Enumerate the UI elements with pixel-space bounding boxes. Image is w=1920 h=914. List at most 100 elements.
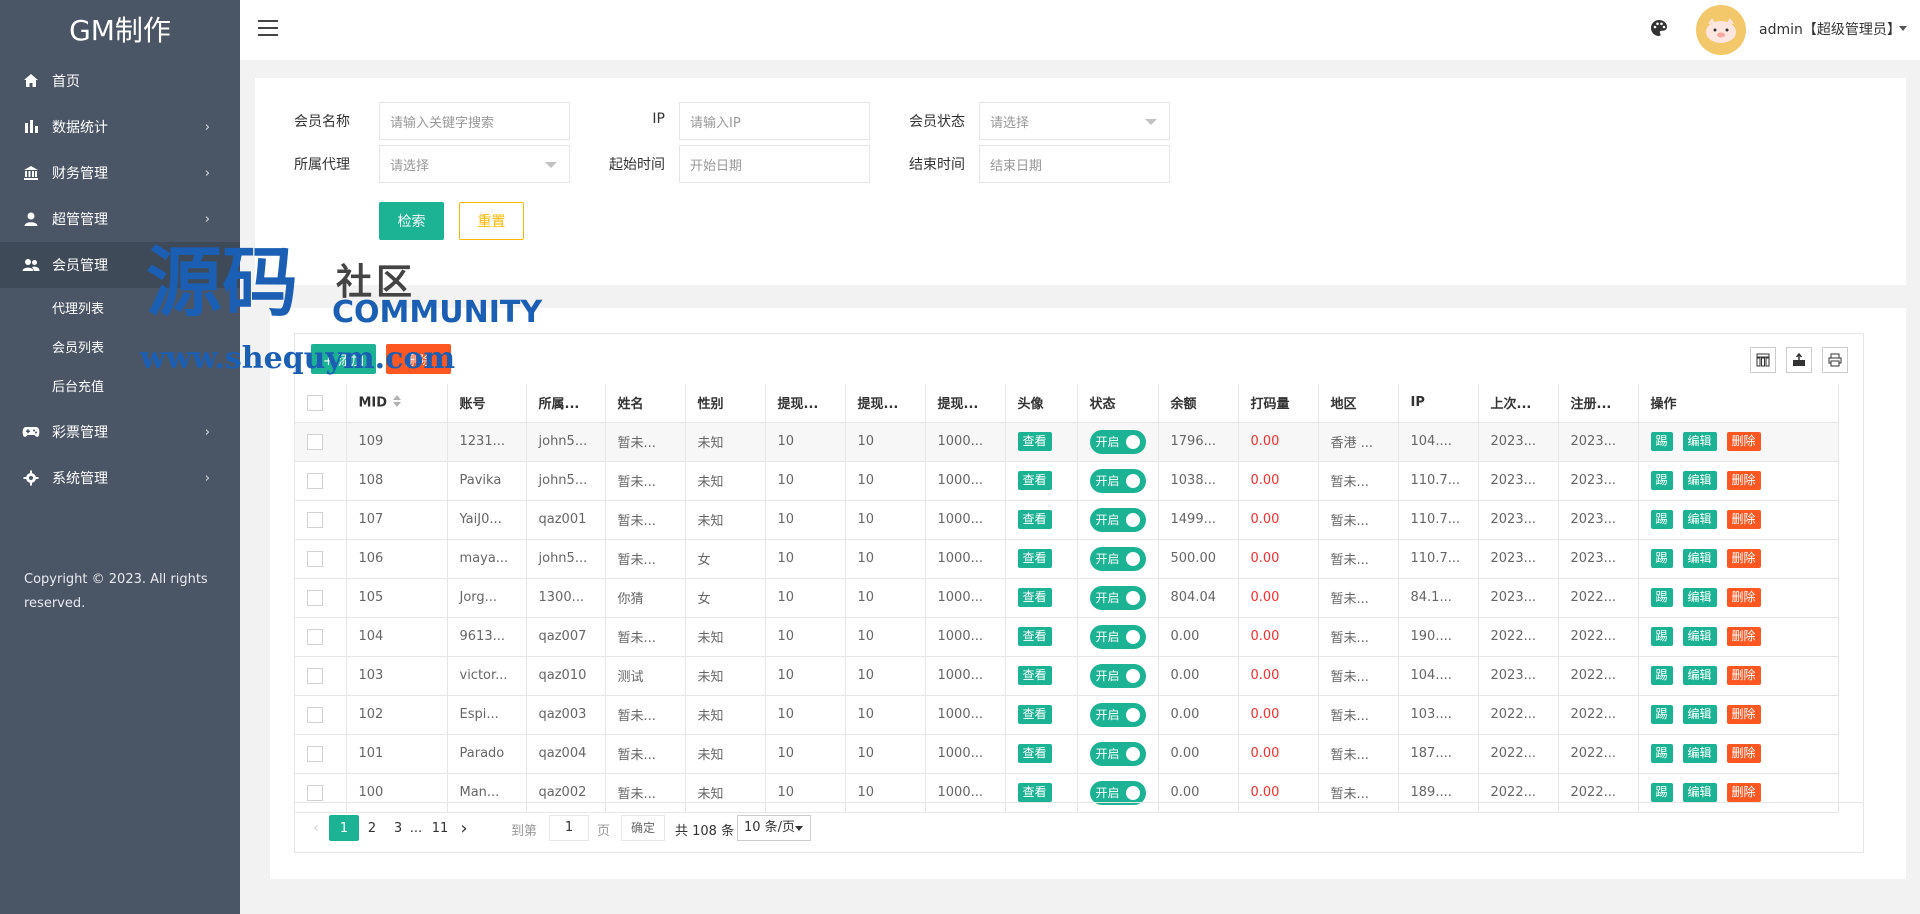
page-button-current[interactable]: 1 [329,815,359,841]
member-status-select[interactable]: 请选择 [979,102,1170,140]
row-checkbox[interactable] [295,695,347,735]
user-menu[interactable]: admin【超级管理员】 [1759,19,1901,39]
goto-confirm-button[interactable]: 确定 [621,815,665,841]
status-toggle[interactable]: 开启 [1089,507,1146,532]
edit-button[interactable]: 编辑 [1682,627,1717,646]
sidebar-item-finance[interactable]: 财务管理 › [0,150,240,196]
row-checkbox[interactable] [295,578,347,618]
view-avatar-button[interactable]: 查看 [1017,549,1052,568]
sidebar-item-stats[interactable]: 数据统计 › [0,104,240,150]
row-checkbox[interactable] [295,617,347,657]
delete-button[interactable]: 删除 [1726,549,1761,568]
page-button[interactable]: 2 [359,815,385,841]
row-checkbox[interactable] [295,539,347,579]
edit-button[interactable]: 编辑 [1682,666,1717,685]
edit-button[interactable]: 编辑 [1682,783,1717,802]
caret-down-icon[interactable] [1899,26,1907,31]
start-date-input[interactable]: 开始日期 [679,145,870,183]
columns-filter-icon[interactable] [1750,347,1776,373]
page-button[interactable]: 11 [427,815,453,841]
row-checkbox[interactable] [295,461,347,501]
delete-button[interactable]: 删除 [1726,510,1761,529]
menu-toggle-icon[interactable] [258,20,278,38]
status-toggle[interactable]: 开启 [1089,585,1146,610]
kick-button[interactable]: 踢 [1650,705,1673,724]
row-checkbox[interactable] [295,734,347,774]
delete-button[interactable]: 删除 [1726,627,1761,646]
edit-button[interactable]: 编辑 [1682,510,1717,529]
view-avatar-button[interactable]: 查看 [1017,471,1052,490]
status-toggle[interactable]: 开启 [1089,702,1146,727]
cell-balance: 0.00 [1158,734,1239,774]
sidebar-item-lottery[interactable]: 彩票管理 › [0,409,240,455]
status-toggle[interactable]: 开启 [1089,780,1146,805]
sort-icon[interactable] [393,394,402,411]
batch-delete-button[interactable]: 删除 [386,344,451,374]
kick-button[interactable]: 踢 [1650,666,1673,685]
delete-button[interactable]: 删除 [1726,666,1761,685]
kick-button[interactable]: 踢 [1650,549,1673,568]
kick-button[interactable]: 踢 [1650,588,1673,607]
page-button[interactable]: 3 [387,815,409,841]
status-toggle[interactable]: 开启 [1089,468,1146,493]
view-avatar-button[interactable]: 查看 [1017,588,1052,607]
sidebar-subitem-agents[interactable]: 代理列表 [0,288,240,327]
edit-button[interactable]: 编辑 [1682,705,1717,724]
delete-button[interactable]: 删除 [1726,705,1761,724]
column-header-mid[interactable]: MID [346,384,448,423]
add-button[interactable]: + 添加 [311,344,376,374]
kick-button[interactable]: 踢 [1650,783,1673,802]
select-all-checkbox[interactable] [295,384,347,423]
status-toggle[interactable]: 开启 [1089,429,1146,454]
reset-button[interactable]: 重置 [459,202,524,240]
next-page-icon[interactable]: › [455,815,473,841]
kick-button[interactable]: 踢 [1650,744,1673,763]
end-date-input[interactable]: 结束日期 [979,145,1170,183]
delete-button[interactable]: 删除 [1726,783,1761,802]
status-toggle[interactable]: 开启 [1089,624,1146,649]
member-name-input[interactable]: 请输入关键字搜索 [379,102,570,140]
edit-button[interactable]: 编辑 [1682,588,1717,607]
print-icon[interactable] [1822,347,1848,373]
row-checkbox[interactable] [295,422,347,462]
view-avatar-button[interactable]: 查看 [1017,510,1052,529]
agent-select[interactable]: 请选择 [379,145,570,183]
goto-page-input[interactable]: 1 [549,815,589,841]
row-checkbox[interactable] [295,656,347,696]
edit-button[interactable]: 编辑 [1682,549,1717,568]
ip-input[interactable]: 请输入IP [679,102,870,140]
kick-button[interactable]: 踢 [1650,510,1673,529]
delete-button[interactable]: 删除 [1726,744,1761,763]
palette-icon[interactable] [1650,19,1670,39]
edit-button[interactable]: 编辑 [1682,432,1717,451]
kick-button[interactable]: 踢 [1650,432,1673,451]
view-avatar-button[interactable]: 查看 [1017,432,1052,451]
sidebar-subitem-member-list[interactable]: 会员列表 [0,327,240,366]
view-avatar-button[interactable]: 查看 [1017,783,1052,802]
view-avatar-button[interactable]: 查看 [1017,744,1052,763]
view-avatar-button[interactable]: 查看 [1017,705,1052,724]
view-avatar-button[interactable]: 查看 [1017,666,1052,685]
status-toggle[interactable]: 开启 [1089,741,1146,766]
search-button[interactable]: 检索 [379,202,444,240]
kick-button[interactable]: 踢 [1650,627,1673,646]
delete-button[interactable]: 删除 [1726,588,1761,607]
edit-button[interactable]: 编辑 [1682,471,1717,490]
status-toggle[interactable]: 开启 [1089,663,1146,688]
delete-button[interactable]: 删除 [1726,471,1761,490]
sidebar-item-super-admin[interactable]: 超管管理 › [0,196,240,242]
sidebar-item-system[interactable]: 系统管理 › [0,455,240,501]
export-icon[interactable] [1786,347,1812,373]
sidebar-subitem-recharge[interactable]: 后台充值 [0,366,240,405]
sidebar-item-members[interactable]: 会员管理 [0,242,240,288]
status-toggle[interactable]: 开启 [1089,546,1146,571]
sidebar-item-home[interactable]: 首页 [0,58,240,104]
page-size-select[interactable]: 10 条/页 [737,815,811,841]
kick-button[interactable]: 踢 [1650,471,1673,490]
delete-button[interactable]: 删除 [1726,432,1761,451]
prev-page-icon[interactable]: ‹ [309,815,323,841]
row-checkbox[interactable] [295,500,347,540]
view-avatar-button[interactable]: 查看 [1017,627,1052,646]
edit-button[interactable]: 编辑 [1682,744,1717,763]
avatar[interactable] [1696,5,1746,55]
